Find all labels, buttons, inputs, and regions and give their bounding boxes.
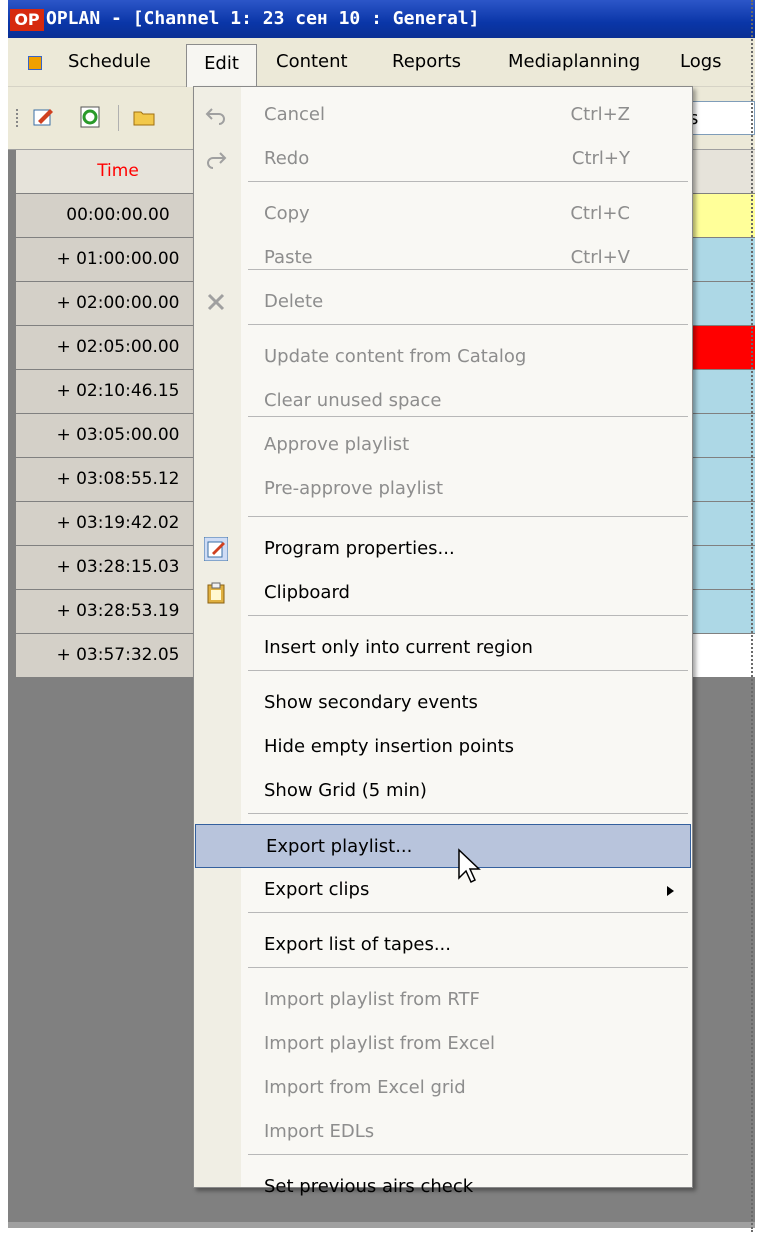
menu-item-label: Import playlist from Excel <box>264 1033 496 1054</box>
menu-item-pre-approve-playlist[interactable]: Pre-approve playlist <box>194 467 692 511</box>
menu-item-label: Export clips <box>264 879 370 900</box>
clipboard-icon <box>204 581 228 605</box>
time-cell[interactable]: 00:00:00.00 <box>16 194 221 238</box>
menu-item-export-list-of-tapes[interactable]: Export list of tapes... <box>194 923 692 967</box>
menu-item-label: Update content from Catalog <box>264 346 527 367</box>
time-column-header[interactable]: Time <box>16 150 221 194</box>
menu-item-shortcut: Ctrl+V <box>570 247 630 268</box>
menu-item-label: Pre-approve playlist <box>264 478 444 499</box>
menu-separator <box>248 516 688 517</box>
menu-item-paste[interactable]: Paste Ctrl+V <box>194 236 692 280</box>
title-bar[interactable]: OP OPLAN - [Channel 1: 23 сен 10 : Gener… <box>8 0 755 38</box>
time-cell[interactable]: + 02:00:00.00 <box>16 282 221 326</box>
menu-item-import-edls[interactable]: Import EDLs <box>194 1110 692 1154</box>
menu-item-clear-unused-space[interactable]: Clear unused space <box>194 379 692 423</box>
menu-item-label: Approve playlist <box>264 434 410 455</box>
menu-edit[interactable]: Edit <box>186 44 257 87</box>
time-cell[interactable]: + 02:05:00.00 <box>16 326 221 370</box>
menu-item-set-previous-airs-check[interactable]: Set previous airs check <box>194 1165 692 1209</box>
folder-icon[interactable] <box>132 105 156 129</box>
menu-item-export-playlist[interactable]: Export playlist... <box>195 824 691 868</box>
app-window: OP OPLAN - [Channel 1: 23 сен 10 : Gener… <box>8 0 755 1228</box>
menu-item-label: Import EDLs <box>264 1121 375 1142</box>
toolbar-grip[interactable] <box>16 109 20 127</box>
window-edge-shadow <box>751 0 757 1232</box>
mouse-cursor-icon <box>458 848 481 884</box>
delete-icon <box>204 290 228 314</box>
menu-item-cancel[interactable]: Cancel Ctrl+Z <box>194 93 692 137</box>
menu-item-label: Import from Excel grid <box>264 1077 466 1098</box>
menu-item-update-content-from-catalog[interactable]: Update content from Catalog <box>194 335 692 379</box>
menu-separator <box>248 670 688 671</box>
window-title: OPLAN - [Channel 1: 23 сен 10 : General] <box>46 8 480 29</box>
menu-separator <box>248 813 688 814</box>
menu-item-label: Cancel <box>264 104 325 125</box>
time-cell[interactable]: + 03:19:42.02 <box>16 502 221 546</box>
refresh-icon[interactable] <box>78 105 102 129</box>
menu-mediaplanning[interactable]: Mediaplanning <box>508 48 640 76</box>
menu-item-label: Export list of tapes... <box>264 934 452 955</box>
menu-item-insert-only-into-current-region[interactable]: Insert only into current region <box>194 626 692 670</box>
menu-item-copy[interactable]: Copy Ctrl+C <box>194 192 692 236</box>
menu-item-label: Clear unused space <box>264 390 442 411</box>
menu-reports[interactable]: Reports <box>392 48 461 76</box>
properties-icon[interactable] <box>32 105 56 129</box>
menu-item-label: Set previous airs check <box>264 1176 474 1197</box>
app-logo: OP <box>10 9 44 31</box>
menu-item-label: Copy <box>264 203 310 224</box>
menu-item-show-secondary-events[interactable]: Show secondary events <box>194 681 692 725</box>
menu-item-import-from-excel-grid[interactable]: Import from Excel grid <box>194 1066 692 1110</box>
app-menu-icon[interactable] <box>28 56 42 70</box>
menu-item-label: Show Grid (5 min) <box>264 780 427 801</box>
menu-item-show-grid-5-min[interactable]: Show Grid (5 min) <box>194 769 692 813</box>
menu-item-approve-playlist[interactable]: Approve playlist <box>194 423 692 467</box>
menu-item-export-clips[interactable]: Export clips <box>194 868 692 912</box>
menu-item-label: Clipboard <box>264 582 350 603</box>
menu-item-label: Show secondary events <box>264 692 478 713</box>
menu-separator <box>248 1154 688 1155</box>
menu-item-hide-empty-insertion-points[interactable]: Hide empty insertion points <box>194 725 692 769</box>
toolbar-separator <box>118 105 119 131</box>
menu-item-delete[interactable]: Delete <box>194 280 692 324</box>
undo-icon <box>204 103 228 127</box>
program-properties-icon <box>203 536 229 562</box>
time-cell[interactable]: + 03:57:32.05 <box>16 634 221 678</box>
menu-item-redo[interactable]: Redo Ctrl+Y <box>194 137 692 181</box>
menu-item-label: Delete <box>264 291 324 312</box>
menu-content[interactable]: Content <box>276 48 348 76</box>
status-strip <box>8 1222 755 1228</box>
menu-item-label: Insert only into current region <box>264 637 533 658</box>
menu-item-label: Redo <box>264 148 310 169</box>
menu-separator <box>248 324 688 325</box>
time-cell[interactable]: + 01:00:00.00 <box>16 238 221 282</box>
menu-item-clipboard[interactable]: Clipboard <box>194 571 692 615</box>
menu-item-shortcut: Ctrl+Z <box>570 104 630 125</box>
redo-icon <box>204 147 228 171</box>
menu-schedule[interactable]: Schedule <box>68 48 151 76</box>
menu-item-import-playlist-from-excel[interactable]: Import playlist from Excel <box>194 1022 692 1066</box>
menu-item-shortcut: Ctrl+Y <box>571 148 630 169</box>
time-cell[interactable]: + 03:28:15.03 <box>16 546 221 590</box>
menu-item-shortcut: Ctrl+C <box>570 203 630 224</box>
menu-item-label: Hide empty insertion points <box>264 736 514 757</box>
time-cell[interactable]: + 03:28:53.19 <box>16 590 221 634</box>
submenu-arrow-icon <box>667 886 674 896</box>
time-cell[interactable]: + 02:10:46.15 <box>16 370 221 414</box>
menu-item-label: Import playlist from RTF <box>264 989 480 1010</box>
time-cell[interactable]: + 03:05:00.00 <box>16 414 221 458</box>
menu-separator <box>248 181 688 182</box>
time-cell[interactable]: + 03:08:55.12 <box>16 458 221 502</box>
menu-separator <box>248 615 688 616</box>
menu-item-label: Paste <box>264 247 313 268</box>
menu-item-program-properties[interactable]: Program properties... <box>194 527 692 571</box>
menu-item-label: Export playlist... <box>266 836 413 857</box>
menu-bar: Schedule Edit Content Reports Mediaplann… <box>8 38 755 87</box>
menu-item-label: Program properties... <box>264 538 455 559</box>
menu-logs[interactable]: Logs <box>680 48 722 76</box>
menu-separator <box>248 967 688 968</box>
edit-menu-dropdown: Cancel Ctrl+Z Redo Ctrl+Y Copy Ctrl+C Paste Ctr… <box>193 86 693 1197</box>
menu-separator <box>248 912 688 913</box>
menu-item-import-playlist-from-rtf[interactable]: Import playlist from RTF <box>194 978 692 1022</box>
